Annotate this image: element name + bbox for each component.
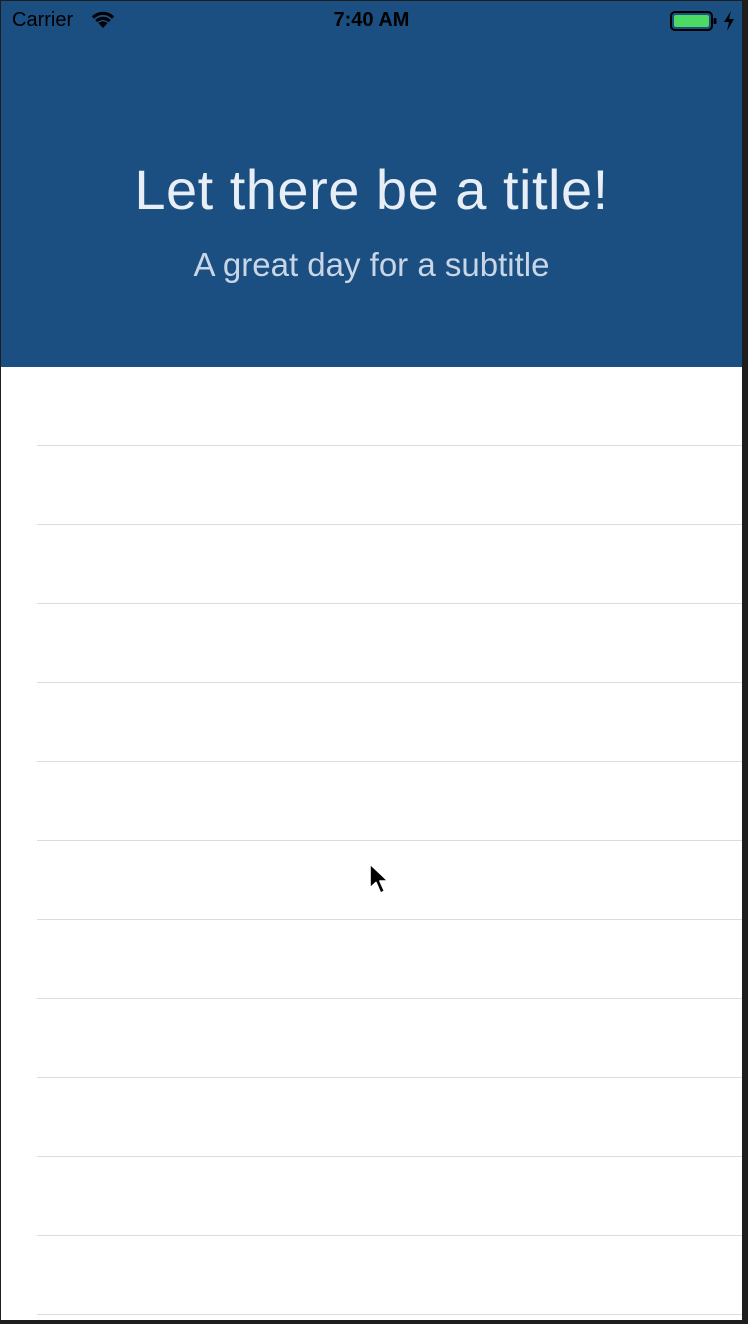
table-row[interactable] xyxy=(1,604,742,683)
table-row[interactable] xyxy=(1,446,742,525)
app-screen: Let there be a title! A great day for a … xyxy=(1,1,742,1320)
page-title: Let there be a title! xyxy=(134,158,609,221)
page-subtitle: A great day for a subtitle xyxy=(193,246,550,283)
arrow-cursor-icon xyxy=(369,863,389,894)
clock: 7:40 AM xyxy=(333,9,410,31)
row-separator xyxy=(37,1314,742,1315)
table-row[interactable] xyxy=(1,920,742,999)
charging-icon xyxy=(724,11,734,31)
table-row[interactable] xyxy=(1,683,742,762)
battery-icon xyxy=(670,11,717,31)
table-row[interactable] xyxy=(1,1157,742,1236)
table-row[interactable] xyxy=(1,1078,742,1157)
table-row[interactable] xyxy=(1,525,742,604)
table-row[interactable] xyxy=(1,999,742,1078)
table-row[interactable] xyxy=(1,762,742,841)
table-row[interactable] xyxy=(1,367,742,446)
table-view[interactable] xyxy=(1,367,742,1320)
status-bar: Carrier 7:40 AM xyxy=(1,1,742,41)
table-row[interactable] xyxy=(1,1236,742,1315)
header-banner: Let there be a title! A great day for a … xyxy=(1,1,742,367)
